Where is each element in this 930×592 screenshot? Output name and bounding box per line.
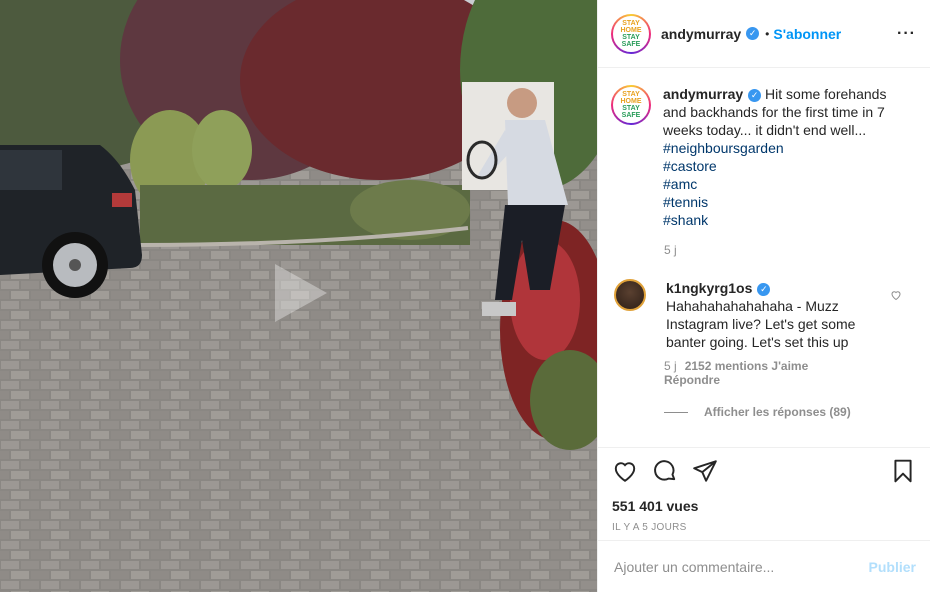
author-username[interactable]: andymurray xyxy=(661,26,741,42)
action-icons xyxy=(612,458,916,484)
hashtag-link[interactable]: #shank xyxy=(663,211,903,229)
post-actions: 551 401 vues Il y a 5 jours xyxy=(598,447,930,540)
view-count[interactable]: 551 401 vues xyxy=(612,498,916,514)
hashtag-link[interactable]: #amc xyxy=(663,175,903,193)
avatar-text-2: HOME xyxy=(620,26,642,34)
verified-badge-icon: ✓ xyxy=(757,282,771,296)
view-replies-label[interactable]: Afficher les réponses (89) xyxy=(704,405,851,419)
stay-home-logo: STAY HOME STAY SAFE xyxy=(613,87,649,123)
verified-badge-icon: ✓ xyxy=(748,88,762,102)
comment-meta: 5 j 2152 mentions J'aime Répondre xyxy=(664,359,916,387)
comment-bubble-icon[interactable] xyxy=(652,458,678,484)
avatar-text-4: SAFE xyxy=(621,112,641,119)
avatar-text-2: HOME xyxy=(620,98,642,105)
reply-button[interactable]: Répondre xyxy=(664,373,720,387)
like-heart-icon[interactable] xyxy=(612,458,638,484)
caption: andymurray ✓ Hit some forehands and backh… xyxy=(663,85,903,229)
post-dialog: STAY HOME STAY SAFE andymurray ✓ • S'abo… xyxy=(0,0,930,592)
caption-time[interactable]: 5 j xyxy=(664,243,916,257)
post-age[interactable]: Il y a 5 jours xyxy=(612,522,916,533)
video-player[interactable] xyxy=(0,0,597,592)
like-comment-heart-icon[interactable] xyxy=(890,289,902,301)
post-sidebar: STAY HOME STAY SAFE andymurray ✓ • S'abo… xyxy=(597,0,930,592)
share-paper-plane-icon[interactable] xyxy=(692,458,718,484)
comment-time[interactable]: 5 j xyxy=(664,359,677,373)
post-header: STAY HOME STAY SAFE andymurray ✓ • S'abo… xyxy=(598,0,930,68)
avatar-text-1: STAY xyxy=(622,19,640,27)
comment-input[interactable] xyxy=(614,558,869,575)
comment-row: k1ngkyrg1os ✓ Hahahahahahahaha - Muzz Ins… xyxy=(611,279,916,351)
hashtag-link[interactable]: #tennis xyxy=(663,193,903,211)
avatar-text-3: STAY xyxy=(622,33,640,41)
comments-area[interactable]: STAY HOME STAY SAFE andymurray ✓ Hit some… xyxy=(598,69,930,447)
publish-button[interactable]: Publier xyxy=(869,559,916,575)
commenter-username[interactable]: k1ngkyrg1os xyxy=(666,280,752,296)
bookmark-icon[interactable] xyxy=(890,458,916,484)
commenter-avatar[interactable] xyxy=(614,279,646,311)
caption-row: STAY HOME STAY SAFE andymurray ✓ Hit some… xyxy=(611,85,916,229)
comment-text: Hahahahahahahaha - Muzz Instagram live? … xyxy=(666,298,856,350)
more-options-icon[interactable]: ··· xyxy=(897,25,916,43)
play-icon[interactable] xyxy=(263,258,333,328)
comment-likes[interactable]: 2152 mentions J'aime xyxy=(685,359,809,373)
view-replies-button[interactable]: Afficher les réponses (89) xyxy=(664,405,916,419)
add-comment-bar: Publier xyxy=(598,540,930,592)
follow-button[interactable]: S'abonner xyxy=(773,26,841,42)
comment-body: k1ngkyrg1os ✓ Hahahahahahahaha - Muzz Ins… xyxy=(666,279,866,351)
avatar-text-4: SAFE xyxy=(621,40,641,48)
verified-badge-icon: ✓ xyxy=(746,27,760,40)
author-avatar[interactable]: STAY HOME STAY SAFE xyxy=(611,13,651,54)
avatar-text-1: STAY xyxy=(622,91,640,98)
stay-home-logo: STAY HOME STAY SAFE xyxy=(613,15,649,52)
caption-username[interactable]: andymurray xyxy=(663,86,743,102)
hashtag-link[interactable]: #castore xyxy=(663,157,903,175)
caption-avatar[interactable]: STAY HOME STAY SAFE xyxy=(611,85,651,125)
separator-dot: • xyxy=(765,26,770,41)
avatar-text-3: STAY xyxy=(622,105,640,112)
hashtag-link[interactable]: #neighboursgarden xyxy=(663,139,903,157)
replies-divider xyxy=(664,411,688,413)
